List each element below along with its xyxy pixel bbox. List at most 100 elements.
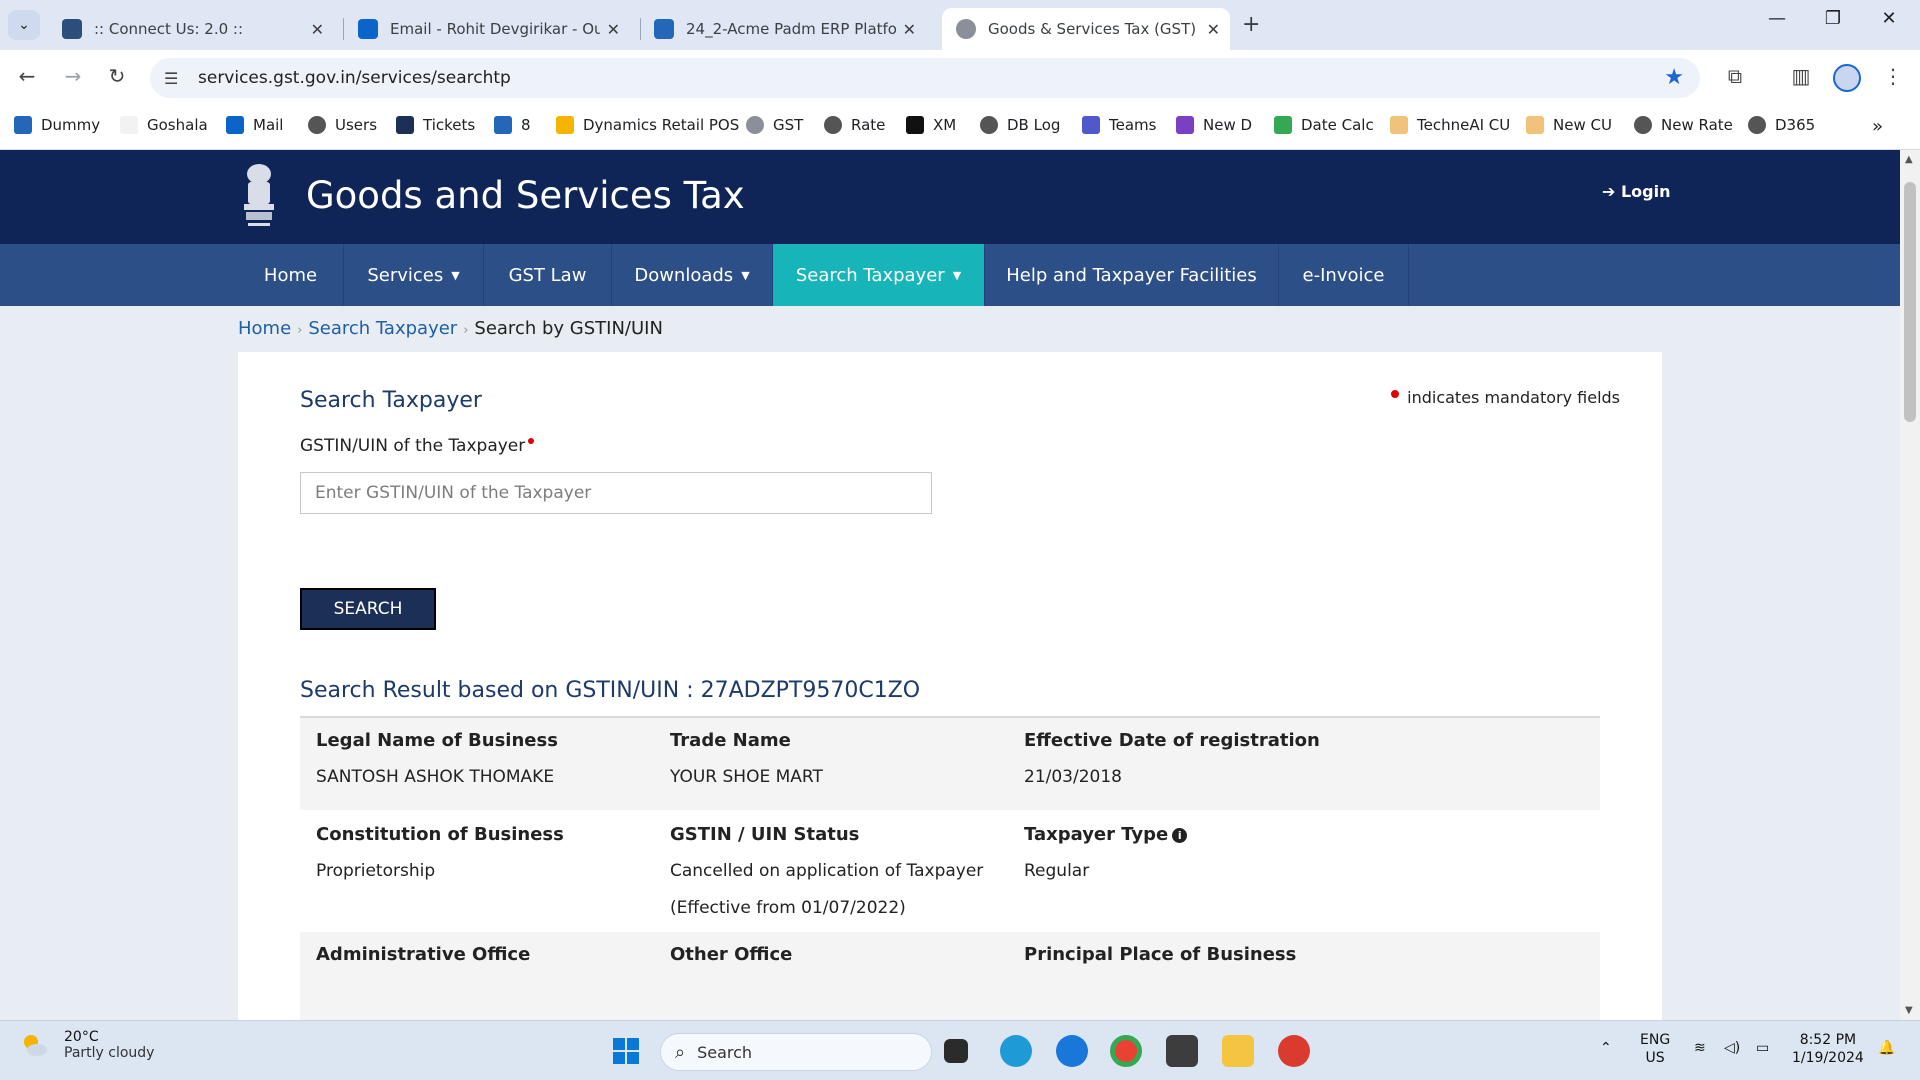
browser-tab[interactable]: Email - Rohit Devgirikar - Outlo ✕	[344, 8, 630, 50]
restore-icon[interactable]: ❐	[1810, 8, 1856, 29]
result-row: Constitution of Business Proprietorship …	[300, 810, 1600, 932]
edge-icon[interactable]	[1000, 1035, 1032, 1067]
search-button[interactable]: SEARCH	[300, 588, 436, 630]
breadcrumb-search-taxpayer[interactable]: Search Taxpayer	[308, 318, 457, 339]
wps-office-icon[interactable]	[1278, 1035, 1310, 1067]
scroll-down-icon[interactable]: ▼	[1905, 1005, 1913, 1016]
page-scrollbar[interactable]: ▲ ▼	[1900, 150, 1920, 1020]
tab-title: :: Connect Us: 2.0 ::	[94, 20, 244, 38]
bookmark-item[interactable]: Tickets	[396, 116, 475, 134]
teams-icon	[1082, 116, 1100, 134]
nav-search-taxpayer[interactable]: Search Taxpayer ▼	[773, 244, 985, 306]
nav-home[interactable]: Home	[238, 244, 344, 306]
clock[interactable]: 8:52 PM 1/19/2024	[1792, 1031, 1864, 1067]
bookmark-item[interactable]: Dummy	[14, 116, 100, 134]
nav-label: GST Law	[508, 264, 587, 286]
trade-name-cell: Trade Name YOUR SHOE MART	[670, 730, 823, 796]
reload-icon[interactable]: ↻	[102, 64, 132, 88]
wifi-icon[interactable]: ≋	[1694, 1039, 1706, 1057]
bookmark-item[interactable]: New Rate	[1634, 116, 1733, 134]
field-label: Principal Place of Business	[1024, 944, 1297, 965]
breadcrumb-separator-icon: ›	[463, 323, 469, 338]
bookmark-label: D365	[1775, 116, 1816, 134]
notification-icon[interactable]: 🔔	[1878, 1039, 1895, 1057]
bookmark-favicon-icon	[906, 116, 924, 134]
close-tab-icon[interactable]: ✕	[607, 20, 620, 39]
required-dot-icon	[1391, 390, 1400, 398]
file-explorer-icon[interactable]	[1222, 1035, 1254, 1067]
bookmark-favicon-icon	[556, 116, 574, 134]
browser-tab[interactable]: 24_2-Acme Padm ERP Platform ✕	[640, 8, 926, 50]
close-tab-icon[interactable]: ✕	[311, 20, 324, 39]
close-tab-icon[interactable]: ✕	[1207, 20, 1220, 39]
tab-search-button[interactable]: ⌄	[8, 10, 40, 40]
field-label: Legal Name of Business	[316, 730, 558, 751]
tab-title: 24_2-Acme Padm ERP Platform	[686, 20, 896, 38]
language-indicator[interactable]: ENG US	[1640, 1031, 1670, 1067]
bookmark-item[interactable]: GST	[746, 116, 803, 134]
back-icon[interactable]: ←	[12, 64, 42, 88]
url-text[interactable]: services.gst.gov.in/services/searchtp	[198, 68, 511, 88]
chrome-icon[interactable]	[1110, 1035, 1142, 1067]
windows-start-icon[interactable]	[610, 1035, 642, 1067]
bookmark-item[interactable]: Users	[308, 116, 377, 134]
nav-downloads[interactable]: Downloads ▼	[612, 244, 773, 306]
bookmark-item[interactable]: Dynamics Retail POS	[556, 116, 739, 134]
side-panel-icon[interactable]: ▥	[1786, 64, 1816, 88]
browser-tab[interactable]: :: Connect Us: 2.0 :: ✕	[48, 8, 334, 50]
nav-services[interactable]: Services ▼	[344, 244, 484, 306]
show-hidden-icons[interactable]: ⌃	[1600, 1039, 1612, 1057]
bookmark-item[interactable]: Date Calc	[1274, 116, 1374, 134]
bookmark-item[interactable]: Teams	[1082, 116, 1156, 134]
weather-widget[interactable]: 20°C Partly cloudy	[18, 1029, 154, 1061]
more-bookmarks-icon[interactable]: »	[1872, 116, 1883, 137]
new-tab-icon[interactable]: +	[1242, 12, 1260, 37]
close-tab-icon[interactable]: ✕	[903, 20, 916, 39]
bookmark-item[interactable]: TechneAI CU	[1390, 116, 1510, 134]
info-icon[interactable]: i	[1172, 827, 1188, 843]
breadcrumb-home[interactable]: Home	[238, 318, 291, 339]
bookmark-label: New D	[1203, 116, 1253, 134]
address-bar[interactable]: ☰ services.gst.gov.in/services/searchtp …	[150, 58, 1700, 98]
bookmark-item[interactable]: D365	[1748, 116, 1815, 134]
bookmark-item[interactable]: New CU	[1526, 116, 1612, 134]
profile-avatar[interactable]	[1833, 64, 1861, 92]
bookmark-item[interactable]: Mail	[226, 116, 283, 134]
bookmark-item[interactable]: New D	[1176, 116, 1252, 134]
bookmark-favicon-icon	[1176, 116, 1194, 134]
outlook-icon	[358, 19, 378, 39]
search-card: Search Taxpayer indicates mandatory fiel…	[238, 352, 1662, 1020]
vnc-icon[interactable]	[1166, 1035, 1198, 1067]
bookmark-star-icon[interactable]: ★	[1664, 65, 1684, 90]
scroll-up-icon[interactable]: ▲	[1905, 154, 1913, 165]
forward-icon[interactable]: →	[58, 64, 88, 88]
mandatory-note: indicates mandatory fields	[1391, 388, 1620, 407]
constitution-cell: Constitution of Business Proprietorship	[316, 824, 564, 890]
menu-kebab-icon[interactable]: ⋮	[1878, 64, 1908, 88]
result-row: Administrative Office Other Office Princ…	[300, 932, 1600, 1020]
scrollbar-thumb[interactable]	[1904, 182, 1916, 422]
browser-tab-active[interactable]: Goods & Services Tax (GST) | Se ✕	[942, 8, 1230, 50]
nav-help-facilities[interactable]: Help and Taxpayer Facilities	[985, 244, 1279, 306]
bookmark-item[interactable]: XM	[906, 116, 956, 134]
site-info-icon[interactable]: ☰	[164, 69, 186, 88]
gstin-input[interactable]	[300, 472, 932, 514]
bookmark-item[interactable]: Goshala	[120, 116, 208, 134]
partly-cloudy-icon	[24, 1035, 47, 1056]
login-link[interactable]: ➔ Login	[1602, 182, 1671, 201]
app-icon[interactable]	[1056, 1035, 1088, 1067]
bookmark-label: Dummy	[41, 116, 101, 134]
bookmark-item[interactable]: Rate	[824, 116, 885, 134]
bookmark-item[interactable]: 8	[494, 116, 531, 134]
bookmark-label: Teams	[1109, 116, 1157, 134]
taskbar-search[interactable]: ⌕ Search	[660, 1033, 932, 1071]
task-view-icon[interactable]	[944, 1039, 968, 1063]
nav-e-invoice[interactable]: e-Invoice	[1279, 244, 1409, 306]
nav-gst-law[interactable]: GST Law	[484, 244, 612, 306]
close-window-icon[interactable]: ✕	[1866, 8, 1912, 29]
bookmark-item[interactable]: DB Log	[980, 116, 1060, 134]
volume-icon[interactable]: ◁)	[1724, 1039, 1740, 1057]
minimize-icon[interactable]: —	[1754, 8, 1800, 29]
extensions-icon[interactable]: ⧉	[1720, 64, 1750, 88]
battery-icon[interactable]: ▭	[1756, 1039, 1769, 1057]
